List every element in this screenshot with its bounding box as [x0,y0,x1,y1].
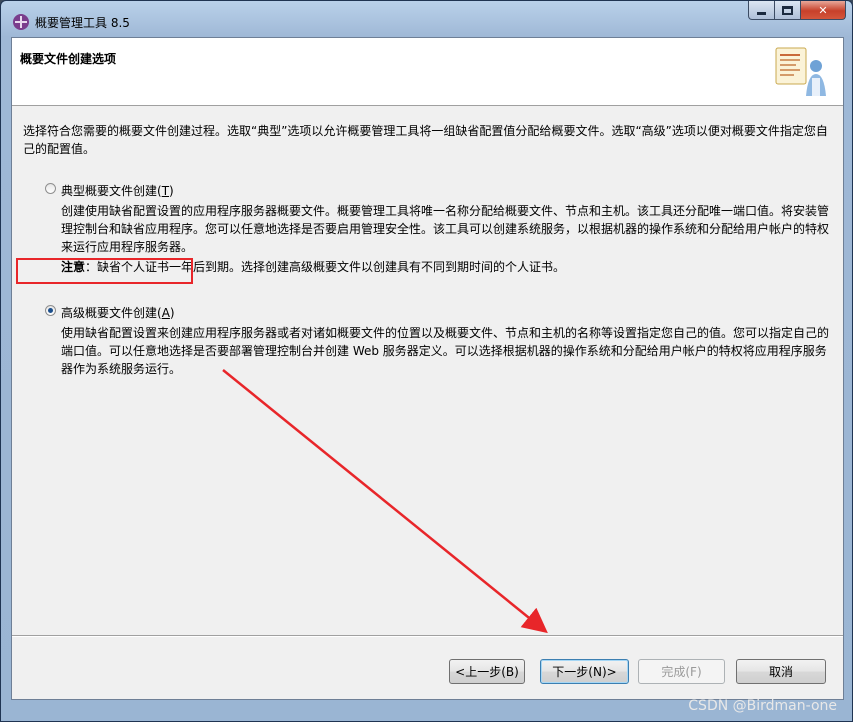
window-title: 概要管理工具 8.5 [35,16,130,30]
intro-description: 选择符合您需要的概要文件创建过程。选取“典型”选项以允许概要管理工具将一组缺省配… [23,124,828,156]
wizard-person-icon [775,47,826,96]
typical-label[interactable]: 典型概要文件创建(T) [61,182,174,199]
button-separator [12,635,843,637]
advanced-radio[interactable] [45,305,56,316]
typical-label-text: 典型概要文件创建( [61,184,162,198]
typical-radio[interactable] [45,183,56,194]
typical-mnemonic: T [161,184,170,198]
advanced-label-end: ) [169,306,175,320]
advanced-description: 使用缺省配置设置来创建应用程序服务器或者对诸如概要文件的位置以及概要文件、节点和… [61,326,830,376]
wizard-client-area: 概要文件创建选项 选择符合您需要的概要文件创建过程。选取“典型”选项以允许概要管… [11,37,844,700]
page-title: 概要文件创建选项 [20,52,117,66]
close-icon: ✕ [818,3,828,17]
wizard-header: 概要文件创建选项 [12,38,843,106]
annotation-highlight-box [16,258,193,284]
finish-button[interactable]: 完成(F) [638,659,725,684]
advanced-label-text: 高级概要文件创建( [61,306,162,320]
typical-label-end: ) [169,184,174,198]
cancel-button[interactable]: 取消 [736,659,826,684]
watermark-text: CSDN @Birdman-one [688,698,837,714]
typical-description: 创建使用缺省配置设置的应用程序服务器概要文件。概要管理工具将唯一名称分配给概要文… [61,204,830,254]
advanced-mnemonic: A [161,306,170,320]
maximize-icon [782,5,793,15]
minimize-icon [757,11,766,15]
close-button[interactable]: ✕ [801,1,846,20]
back-button[interactable]: <上一步(B) [449,659,525,684]
minimize-button[interactable] [748,1,775,20]
caption-buttons: ✕ [748,1,846,21]
advanced-label[interactable]: 高级概要文件创建(A) [61,304,175,321]
title-bar[interactable]: 概要管理工具 8.5 ✕ [1,1,852,37]
app-logo-icon [13,14,29,30]
maximize-button[interactable] [775,1,801,20]
next-button[interactable]: 下一步(N)> [540,659,629,684]
wizard-window: 概要管理工具 8.5 ✕ 概要文件创建选项 选择符合您需要的概要文件创建过程。选… [0,0,853,722]
